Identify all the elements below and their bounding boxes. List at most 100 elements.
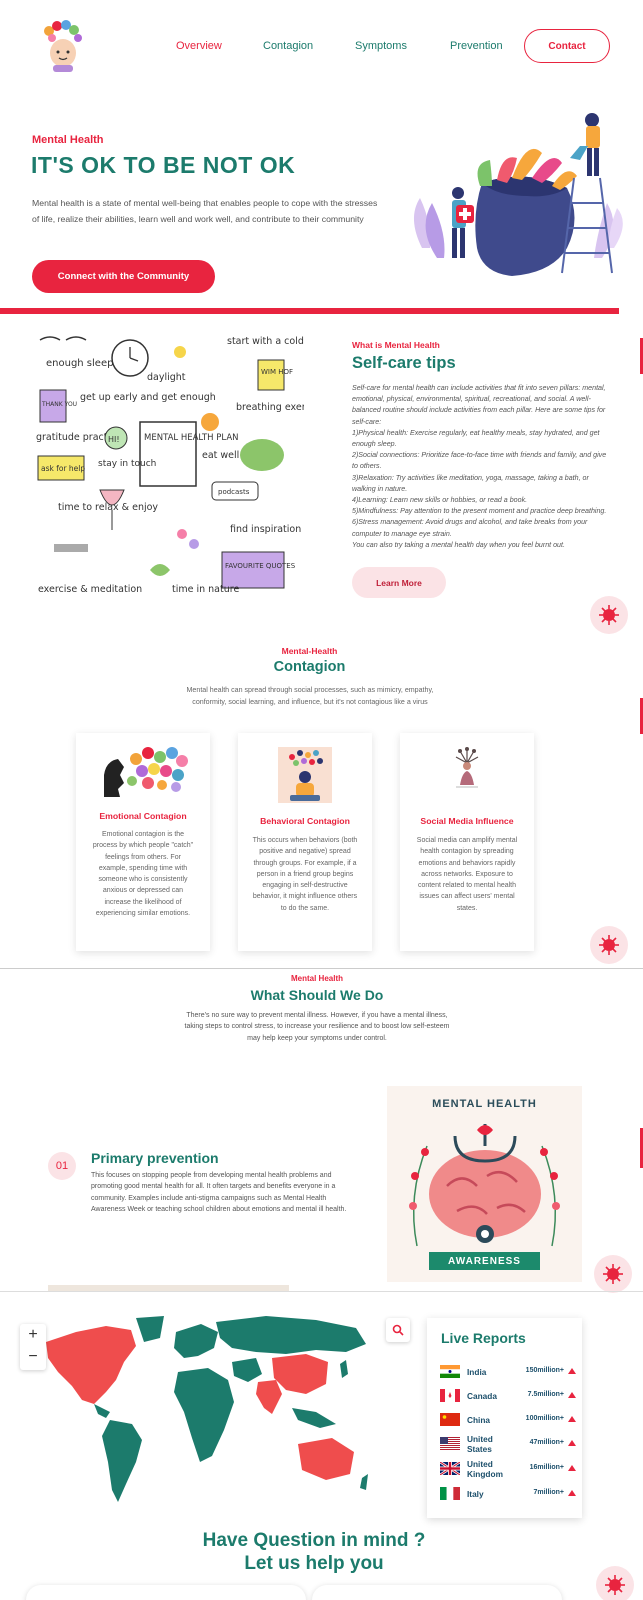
doodle-podcasts: podcasts	[218, 488, 250, 496]
email-input[interactable]	[312, 1585, 562, 1600]
contagion-eyebrow: Mental-Health	[281, 646, 338, 656]
trend-up-icon	[568, 1440, 576, 1446]
report-country: United Kingdom	[467, 1459, 503, 1479]
trend-up-icon	[568, 1416, 576, 1422]
report-country: United States	[467, 1434, 493, 1454]
self-care-doodle-image: enough sleep daylight start with a cold …	[32, 330, 341, 602]
world-map[interactable]	[36, 1312, 376, 1517]
contagion-card-emotional[interactable]: Emotional Contagion Emotional contagion …	[76, 733, 210, 951]
site-logo[interactable]	[40, 20, 86, 72]
self-care-eyebrow: What is Mental Health	[352, 340, 440, 350]
report-country: Italy	[467, 1489, 484, 1499]
doodle-early: get up early and get enough	[80, 392, 216, 403]
contagion-description: Mental health can spread through social …	[186, 686, 434, 706]
nav-prevention[interactable]: Prevention	[450, 40, 503, 52]
card-title: Behavioral Contagion	[260, 816, 350, 826]
china-flag-icon	[440, 1413, 460, 1426]
self-care-title: Self-care tips	[352, 354, 456, 372]
zoom-in-button[interactable]: +	[20, 1324, 46, 1346]
contagion-card-behavioral[interactable]: Behavioral Contagion This occurs when be…	[238, 733, 372, 951]
report-country: China	[467, 1415, 491, 1425]
hero-title: IT'S OK TO BE NOT OK	[31, 152, 296, 178]
prevention-title: Primary prevention	[91, 1150, 219, 1166]
map-region-europe	[174, 1324, 218, 1358]
learn-more-button[interactable]: Learn More	[352, 567, 446, 598]
canada-flag-icon	[440, 1389, 460, 1402]
poster-ribbon: AWARENESS	[429, 1252, 540, 1270]
map-search-button[interactable]	[386, 1318, 410, 1342]
report-country: India	[467, 1367, 487, 1377]
doodle-sleep: enough sleep	[46, 358, 113, 369]
nav-symptoms[interactable]: Symptoms	[355, 40, 407, 52]
report-value: 100million+	[525, 1415, 564, 1422]
contagion-title: Contagion	[273, 659, 346, 675]
prevention-number: 01	[48, 1152, 76, 1180]
nav-overview[interactable]: Overview	[176, 40, 222, 52]
live-reports-panel: Live Reports India 150million+ Canada 7.…	[427, 1318, 582, 1518]
report-row-united-kingdom[interactable]: United Kingdom 16million+	[440, 1457, 576, 1479]
report-value: 150million+	[525, 1367, 564, 1374]
india-flag-icon	[440, 1365, 460, 1378]
what-do-title: What Should We Do	[250, 987, 384, 1003]
what-do-description: There's no sure way to prevent mental il…	[184, 1012, 450, 1042]
zoom-out-button[interactable]: −	[20, 1346, 46, 1368]
virus-icon[interactable]	[590, 596, 628, 634]
card-body: Emotional contagion is the process by wh…	[92, 831, 194, 918]
doodle-thankyou: THANK YOU	[41, 401, 77, 408]
doodle-hi: HI!	[108, 435, 120, 444]
doodle-nature: time in nature	[172, 584, 239, 595]
trend-up-icon	[568, 1465, 576, 1471]
map-region-indonesia	[292, 1408, 336, 1428]
map-region-central-america	[94, 1404, 110, 1418]
report-value: 7million+	[533, 1489, 564, 1496]
contact-button[interactable]: Contact	[524, 29, 610, 63]
contagion-card-social-media[interactable]: Social Media Influence Social media can …	[400, 733, 534, 951]
doodle-wimhof: WIM HOF	[261, 368, 293, 376]
hero-divider-bar	[0, 308, 619, 314]
doodle-askhelp: ask for help	[41, 464, 85, 473]
map-region-africa	[174, 1368, 234, 1462]
trend-up-icon	[568, 1490, 576, 1496]
doodle-inspiration: find inspiration	[230, 524, 301, 535]
map-region-australia	[298, 1438, 354, 1480]
section-divider	[0, 1291, 643, 1292]
virus-icon[interactable]	[594, 1255, 632, 1293]
doodle-touch: stay in touch	[98, 459, 156, 469]
doodle-relax: time to relax & enjoy	[58, 502, 158, 513]
question-heading: Have Question in mind ? Let us help you	[0, 1529, 628, 1575]
italy-flag-icon	[440, 1487, 460, 1500]
nav-contagion[interactable]: Contagion	[263, 40, 313, 52]
report-row-canada[interactable]: Canada 7.5million+	[440, 1384, 576, 1406]
poster-title: MENTAL HEALTH	[432, 1098, 537, 1110]
map-region-japan	[340, 1360, 348, 1378]
map-region-new-zealand	[360, 1474, 368, 1490]
name-input[interactable]	[26, 1585, 306, 1600]
trend-up-icon	[568, 1392, 576, 1398]
uk-flag-icon	[440, 1462, 460, 1475]
report-row-china[interactable]: China 100million+	[440, 1408, 576, 1430]
live-reports-title: Live Reports	[441, 1330, 526, 1346]
map-region-middle-east	[232, 1358, 262, 1382]
report-row-italy[interactable]: Italy 7million+	[440, 1482, 576, 1504]
report-row-united-states[interactable]: United States 47million+	[440, 1432, 576, 1454]
map-zoom-control: + −	[20, 1324, 46, 1370]
question-line-1: Have Question in mind ?	[202, 1530, 426, 1551]
question-line-2: Let us help you	[244, 1553, 384, 1574]
report-country: Canada	[467, 1391, 497, 1401]
map-region-greenland	[136, 1316, 164, 1342]
hero-description: Mental health is a state of mental well-…	[32, 198, 378, 224]
prevention-body: This focuses on stopping people from dev…	[91, 1172, 347, 1213]
virus-icon[interactable]	[596, 1566, 634, 1600]
hero-eyebrow: Mental Health	[32, 134, 104, 146]
card-body: Social media can amplify mental health c…	[416, 837, 518, 912]
doodle-daylight: daylight	[147, 372, 186, 383]
card-title: Social Media Influence	[420, 816, 514, 826]
connect-community-button[interactable]: Connect with the Community	[32, 260, 215, 293]
map-region-china	[272, 1354, 328, 1394]
behavioral-contagion-image	[278, 747, 332, 803]
virus-icon[interactable]	[590, 926, 628, 964]
trend-up-icon	[568, 1368, 576, 1374]
report-row-india[interactable]: India 150million+	[440, 1360, 576, 1382]
doodle-meditation: exercise & meditation	[38, 584, 142, 595]
map-region-russia	[216, 1316, 366, 1354]
